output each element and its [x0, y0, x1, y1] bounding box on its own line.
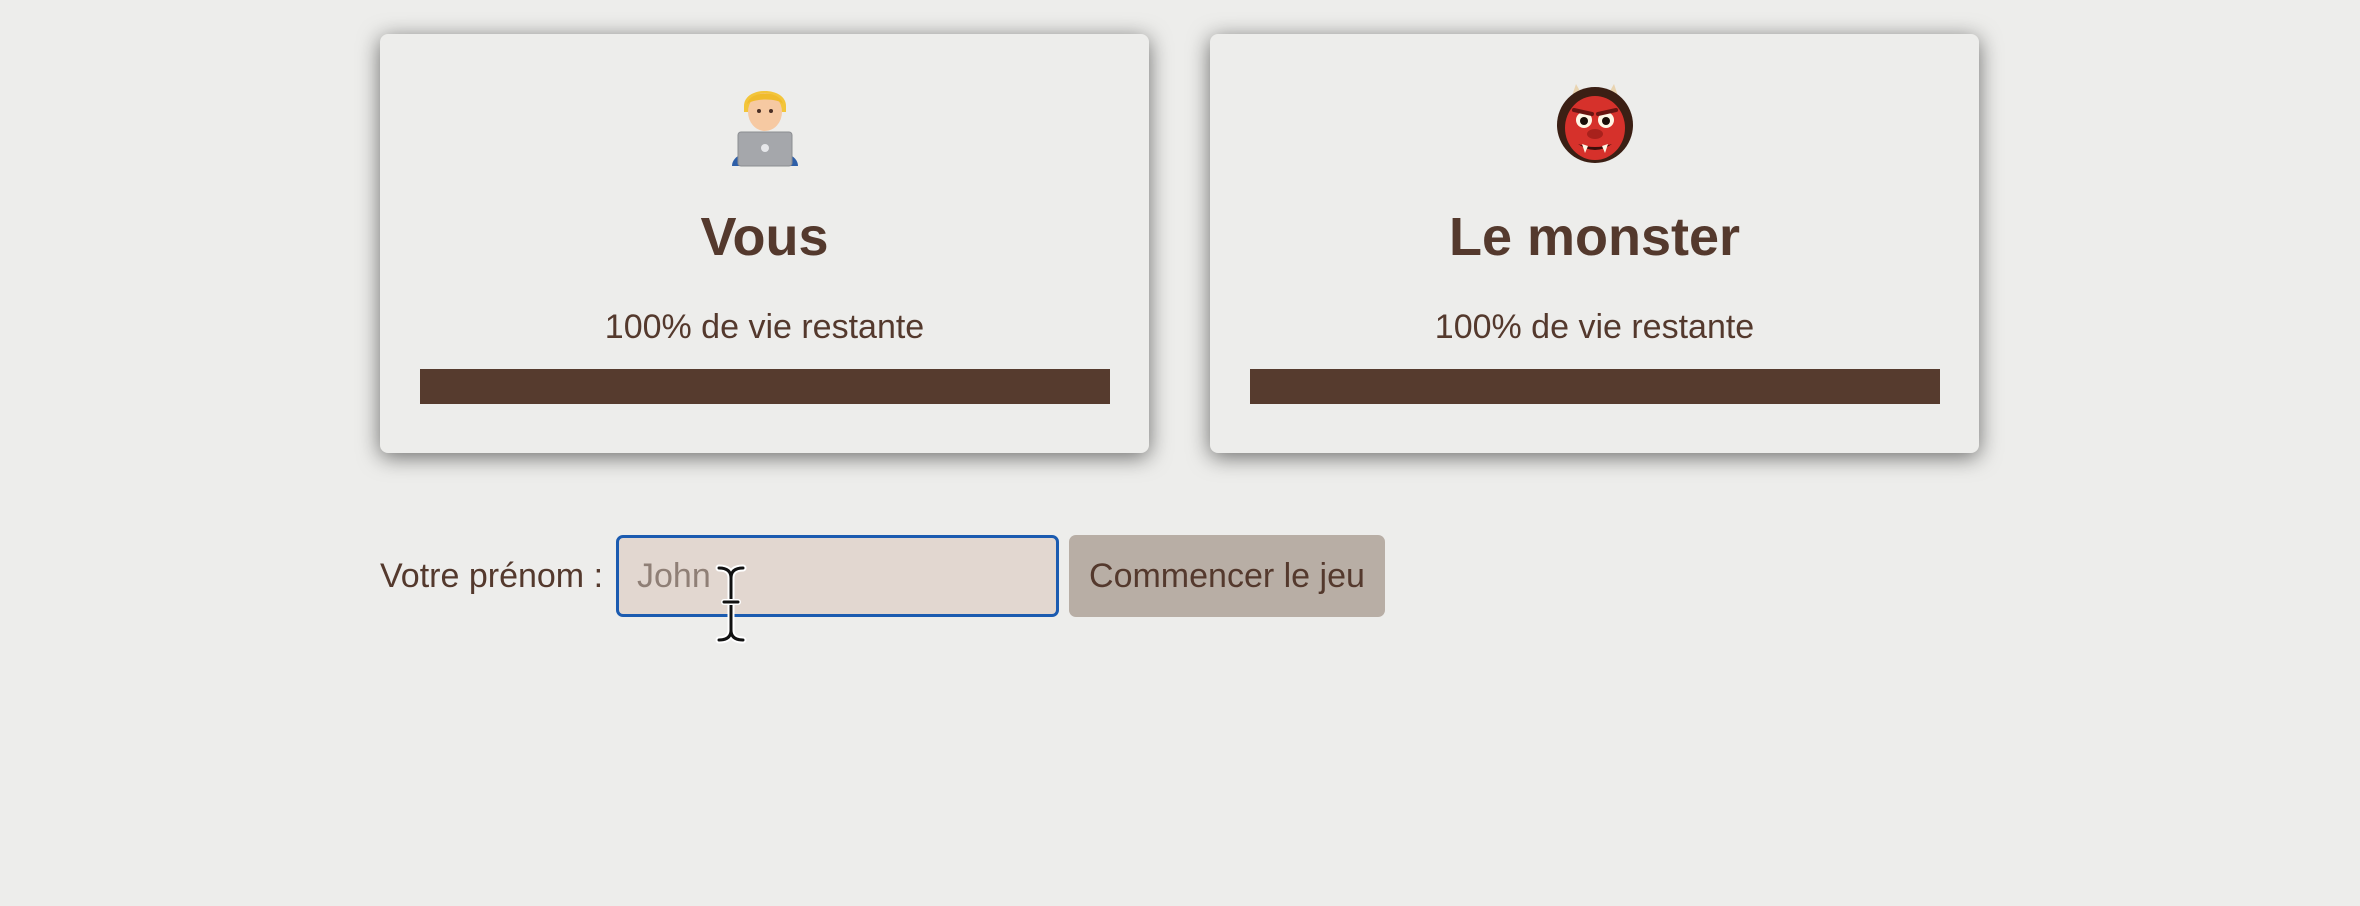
monster-life-bar-fill — [1250, 369, 1940, 404]
player-title: Vous — [700, 207, 829, 267]
first-name-label: Votre prénom : — [380, 556, 604, 595]
player-avatar — [380, 78, 1149, 188]
technologist-emoji-icon — [731, 91, 798, 167]
player-life-bar — [420, 369, 1110, 404]
monster-life-text: 100% de vie restante — [1434, 308, 1755, 346]
monster-card: Le monster 100% de vie restante — [1210, 34, 1979, 453]
monster-avatar — [1210, 78, 1979, 188]
player-life-text: 100% de vie restante — [604, 308, 925, 346]
monster-life-bar — [1250, 369, 1940, 404]
first-name-input[interactable] — [616, 535, 1060, 617]
monster-title: Le monster — [1448, 207, 1741, 267]
game-page: Vous 100% de vie restante Le monster 100… — [0, 0, 2360, 906]
start-game-button[interactable]: Commencer le jeu — [1069, 535, 1385, 617]
player-card: Vous 100% de vie restante — [380, 34, 1149, 453]
start-form: Votre prénom : Commencer le jeu — [380, 534, 1385, 618]
player-life-bar-fill — [420, 369, 1110, 404]
ogre-emoji-icon — [1556, 84, 1633, 163]
